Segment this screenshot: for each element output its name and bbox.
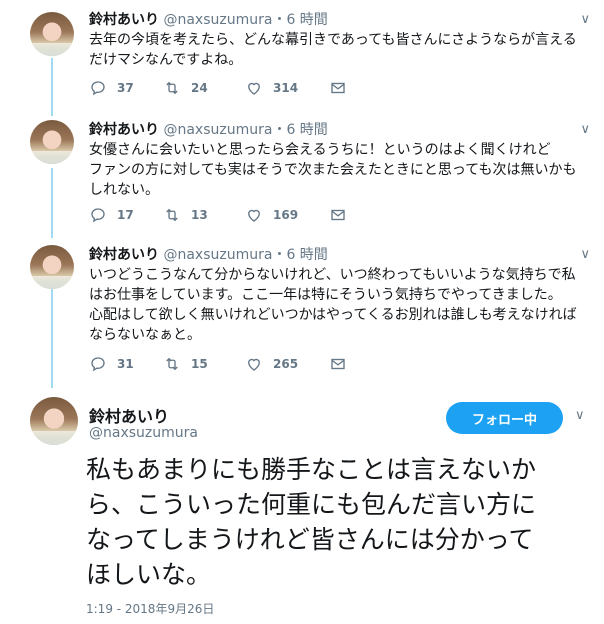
main-tweet-text-line: なってしまうけれど皆さんには分かって [86, 525, 534, 554]
tweet-text-line: 女優さんに会いたいと思ったら会えるうちに！というのはよく聞くけれど [89, 142, 551, 158]
main-tweet-text-line: 私もあまりにも勝手なことは言えないか [86, 455, 537, 484]
tweet-header: 鈴村あいり @naxsuzumura・6 時間 [89, 119, 328, 139]
tweet-text: いつどうこうなんて分からないけれど、いつ終わってもいいような気持ちで私 はお仕事… [89, 265, 589, 345]
tweet-timestamp[interactable]: 1:19 - 2018年9月26日 [86, 600, 214, 617]
user-handle[interactable]: @naxsuzumura [163, 122, 272, 138]
retweet-button[interactable]: 15 [163, 355, 208, 373]
chevron-down-icon[interactable]: ∨ [580, 247, 590, 262]
tweet[interactable]: 鈴村あいり @naxsuzumura・6 時間 ∨ 去年の今頃を考えたら、どんな… [0, 0, 604, 110]
retweet-icon [166, 208, 178, 222]
tweet-text-line: はお仕事をしています。ここ一年は特にそういう気持ちでやってきました。 [89, 287, 562, 303]
following-button[interactable]: フォロー中 [446, 402, 563, 434]
reply-icon [91, 81, 105, 96]
envelope-icon [331, 82, 345, 94]
avatar[interactable] [30, 120, 74, 164]
user-handle[interactable]: @naxsuzumura [89, 425, 198, 441]
reply-button[interactable]: 31 [89, 355, 134, 373]
tweet-text-line: 去年の今頃を考えたら、どんな幕引きであっても皆さんにさようならが言える [89, 32, 577, 48]
avatar[interactable] [30, 12, 74, 56]
tweet-text-line: しれない。 [89, 182, 159, 198]
retweet-button[interactable]: 24 [163, 79, 208, 97]
tweet[interactable]: 鈴村あいり @naxsuzumura・6 時間 ∨ 女優さんに会いたいと思ったら… [0, 112, 604, 232]
like-count: 265 [273, 357, 299, 371]
tweet-text: 去年の今頃を考えたら、どんな幕引きであっても皆さんにさようならが言える だけマシ… [89, 30, 589, 70]
tweet-text-line: ならないなぁと。 [89, 327, 201, 343]
tweet-text-line: いつどうこうなんて分からないけれど、いつ終わってもいいような気持ちで私 [89, 267, 576, 283]
dm-button[interactable] [329, 79, 347, 97]
retweet-button[interactable]: 13 [163, 206, 208, 224]
reply-count: 31 [117, 357, 134, 371]
tweet-time[interactable]: 6 時間 [286, 12, 327, 28]
like-count: 314 [273, 81, 299, 95]
dm-button[interactable] [329, 355, 347, 373]
chevron-down-icon[interactable]: ∨ [575, 408, 585, 423]
tweet-time[interactable]: 6 時間 [286, 122, 327, 138]
separator-dot: ・ [272, 247, 287, 263]
main-tweet-text: 私もあまりにも勝手なことは言えないか ら、こういった何重にも包んだ言い方に なっ… [86, 452, 586, 592]
like-button[interactable]: 169 [245, 206, 298, 224]
like-button[interactable]: 314 [245, 79, 298, 97]
main-tweet-text-line: ら、こういった何重にも包んだ言い方に [86, 490, 537, 519]
reply-count: 37 [117, 81, 134, 95]
tweet-time[interactable]: 6 時間 [286, 247, 327, 263]
envelope-icon [331, 358, 345, 370]
display-name[interactable]: 鈴村あいり [89, 12, 159, 28]
user-handle[interactable]: @naxsuzumura [163, 247, 272, 263]
avatar[interactable] [30, 397, 78, 445]
retweet-count: 15 [191, 357, 208, 371]
dm-button[interactable] [329, 206, 347, 224]
chevron-down-icon[interactable]: ∨ [580, 12, 590, 27]
heart-icon [248, 82, 260, 95]
reply-button[interactable]: 37 [89, 79, 134, 97]
display-name[interactable]: 鈴村あいり [89, 122, 159, 138]
tweet-text: 女優さんに会いたいと思ったら会えるうちに！というのはよく聞くけれど ファンの方に… [89, 140, 589, 200]
retweet-count: 24 [191, 81, 208, 95]
separator-dot: ・ [272, 122, 287, 138]
tweet-text-line: 心配はして欲しく無いけれどいつかはやってくるお別れは誰しも考えなければ [89, 307, 577, 323]
retweet-count: 13 [191, 208, 208, 222]
tweet-header: 鈴村あいり @naxsuzumura・6 時間 [89, 244, 328, 264]
display-name[interactable]: 鈴村あいり [89, 403, 169, 427]
reply-icon [91, 208, 105, 223]
heart-icon [248, 358, 260, 371]
reply-button[interactable]: 17 [89, 206, 134, 224]
reply-icon [91, 357, 105, 372]
like-button[interactable]: 265 [245, 355, 298, 373]
reply-count: 17 [117, 208, 134, 222]
tweet[interactable]: 鈴村あいり @naxsuzumura・6 時間 ∨ いつどうこうなんて分からない… [0, 237, 604, 387]
tweet-text-line: ファンの方に対しても実はそうで次また会えたときにと思っても次は無いかも [89, 162, 577, 178]
tweet-header: 鈴村あいり @naxsuzumura・6 時間 [89, 9, 328, 29]
retweet-icon [166, 357, 178, 371]
heart-icon [248, 209, 260, 222]
main-tweet-text-line: ほしいな。 [86, 560, 212, 589]
chevron-down-icon[interactable]: ∨ [580, 122, 590, 137]
separator-dot: ・ [272, 12, 287, 28]
user-handle[interactable]: @naxsuzumura [163, 12, 272, 28]
like-count: 169 [273, 208, 299, 222]
display-name[interactable]: 鈴村あいり [89, 247, 159, 263]
avatar[interactable] [30, 245, 74, 289]
retweet-icon [166, 81, 178, 95]
tweet-text-line: だけマシなんですよね。 [89, 52, 243, 68]
envelope-icon [331, 209, 345, 221]
